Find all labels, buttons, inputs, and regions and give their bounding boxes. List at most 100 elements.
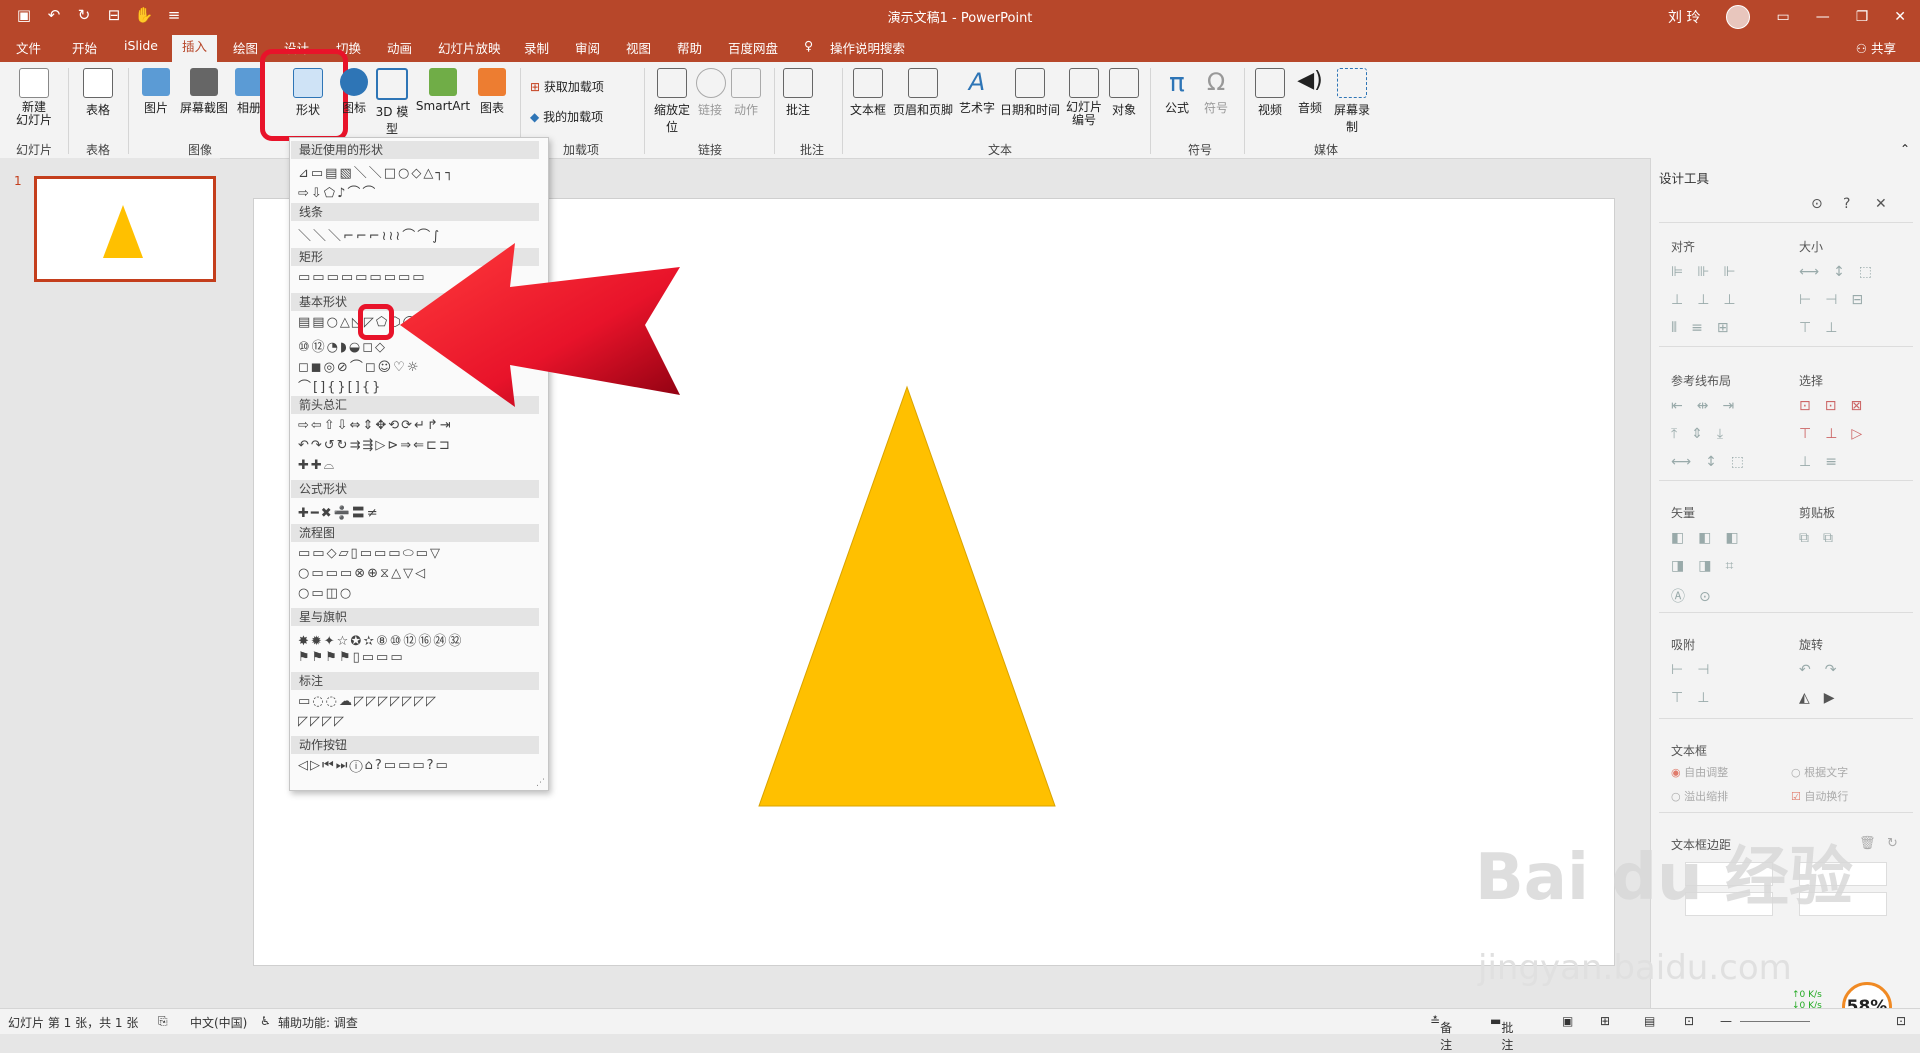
close-pane-icon[interactable]: ✕ bbox=[1875, 196, 1887, 212]
link-button[interactable]: 链接 bbox=[696, 68, 726, 118]
audio-button[interactable]: ◀) 音频 bbox=[1292, 68, 1328, 116]
select-icons[interactable]: ⊤⊥▷ bbox=[1799, 426, 1876, 442]
my-addins-button[interactable]: ◆ 我的加载项 bbox=[530, 108, 634, 125]
vector-icons[interactable]: ◧◧◧ bbox=[1671, 530, 1753, 546]
new-slide-button[interactable]: 新建 幻灯片 bbox=[8, 68, 60, 127]
header-footer-button[interactable]: 页眉和页脚 bbox=[892, 68, 954, 118]
shapes-row[interactable]: ◸◸◸◸ bbox=[298, 714, 542, 729]
slide-sorter-icon[interactable]: ⊞ bbox=[1600, 1014, 1610, 1028]
smartart-button[interactable]: SmartArt bbox=[414, 68, 472, 113]
size-icons[interactable]: ⊢⊣⊟ bbox=[1799, 292, 1877, 308]
shapes-row[interactable]: ⊿▭▤▧＼＼□○◇△┐┐ bbox=[298, 162, 542, 181]
fit-text-option[interactable]: ○ 根据文字 bbox=[1791, 764, 1848, 780]
shapes-row[interactable]: ⇨⇩⬠♪⌒⌒ bbox=[298, 182, 542, 201]
avatar[interactable] bbox=[1726, 5, 1751, 29]
settings-icon[interactable]: ⊙ bbox=[1811, 196, 1823, 212]
tab-home[interactable]: 开始 bbox=[72, 38, 97, 57]
restore-icon[interactable]: ❐ bbox=[1856, 9, 1869, 25]
shapes-row[interactable]: ▭◌◌☁◸◸◸◸◸◸◸ bbox=[298, 694, 542, 709]
clipboard-icons[interactable]: ⧉⧉ bbox=[1799, 530, 1847, 546]
shapes-row[interactable]: ◁▷⏮⏭ⓘ⌂?▭▭▭?▭ bbox=[298, 758, 542, 773]
zoom-slider[interactable] bbox=[1740, 1021, 1810, 1022]
tab-file[interactable]: 文件 bbox=[16, 38, 41, 57]
shapes-row[interactable]: ▭▭◇▱▯▭▭▭⬭▭▽ bbox=[298, 546, 542, 561]
screen-record-button[interactable]: 屏幕录制 bbox=[1334, 68, 1370, 135]
ribbon-display-icon[interactable]: ▭ bbox=[1776, 9, 1789, 25]
distribute-icons[interactable]: ⦀≡⊞ bbox=[1671, 320, 1743, 336]
wordart-button[interactable]: A 艺术字 bbox=[958, 68, 996, 116]
shapes-row[interactable]: ✚━✖➗〓≠ bbox=[298, 502, 542, 521]
delete-icon[interactable]: 🗑 bbox=[1859, 836, 1876, 851]
tell-me-search[interactable]: 操作说明搜索 bbox=[830, 38, 905, 57]
minimize-icon[interactable]: — bbox=[1816, 9, 1830, 25]
spellcheck-icon[interactable]: ⎘ bbox=[158, 1014, 168, 1029]
comments-button[interactable]: ▬ 批注 bbox=[1490, 1014, 1513, 1052]
guide-icons[interactable]: ⟷↕⬚ bbox=[1671, 454, 1758, 470]
shapes-row[interactable]: ○▭◫○ bbox=[298, 586, 542, 601]
snap-icons[interactable]: ⊢⊣ bbox=[1671, 662, 1723, 678]
notes-button[interactable]: ≛ 备注 bbox=[1430, 1014, 1452, 1052]
shapes-row[interactable]: ⇨⇦⇧⇩⇔⇕✥⟲⟳↵↱⇥ bbox=[298, 418, 542, 433]
slideshow-icon[interactable]: ⊡ bbox=[1684, 1014, 1694, 1028]
wordwrap-option[interactable]: ☑ 自动换行 bbox=[1791, 788, 1848, 804]
flip-icons[interactable]: ◭▶ bbox=[1799, 690, 1849, 706]
shapes-row[interactable]: ↶↷↺↻⇉⇶▷⊳⇒⇐⊏⊐ bbox=[298, 438, 542, 453]
reading-view-icon[interactable]: ▤ bbox=[1644, 1014, 1655, 1028]
comment-button[interactable]: 批注 bbox=[782, 68, 814, 118]
close-icon[interactable]: ✕ bbox=[1894, 9, 1906, 25]
fit-slide-icon[interactable]: ⊡ bbox=[1896, 1014, 1906, 1028]
tab-review[interactable]: 审阅 bbox=[575, 38, 600, 57]
resize-grip-icon[interactable]: ⋰ bbox=[536, 778, 545, 788]
size-icons[interactable]: ⊤⊥ bbox=[1799, 320, 1851, 336]
shapes-row[interactable]: ✚✚⌓ bbox=[298, 458, 542, 473]
get-addins-button[interactable]: ⊞ 获取加载项 bbox=[530, 78, 624, 95]
guide-icons[interactable]: ⤒⇕⤓ bbox=[1671, 426, 1737, 442]
share-button[interactable]: ⚇ 共享 bbox=[1856, 38, 1896, 57]
tab-animations[interactable]: 动画 bbox=[387, 38, 412, 57]
rotate-icons[interactable]: ↶↷ bbox=[1799, 662, 1850, 678]
tab-help[interactable]: 帮助 bbox=[677, 38, 702, 57]
symbol-button[interactable]: Ω 符号 bbox=[1200, 68, 1232, 116]
align-icons[interactable]: ⊫⊪⊩ bbox=[1671, 264, 1750, 280]
tab-record[interactable]: 录制 bbox=[524, 38, 549, 57]
align-icons[interactable]: ⊥⊥⊥ bbox=[1671, 292, 1750, 308]
shapes-row[interactable]: ⚑⚑⚑⚑▯▭▭▭ bbox=[298, 650, 542, 665]
zoom-button[interactable]: 缩放定位 bbox=[652, 68, 692, 135]
screenshot-button[interactable]: 屏幕截图 bbox=[178, 68, 230, 116]
shapes-row[interactable]: ✸✹✦☆✪✫⑧⑩⑫⑯㉔㉜ bbox=[298, 630, 542, 649]
accessibility-status[interactable]: 辅助功能: 调查 bbox=[278, 1014, 358, 1031]
collapse-ribbon-icon[interactable]: ⌃ bbox=[1900, 142, 1910, 156]
autofit-option[interactable]: ◉ 自由调整 bbox=[1671, 764, 1728, 780]
vector-icons[interactable]: ◨◨⌗ bbox=[1671, 558, 1747, 574]
tab-view[interactable]: 视图 bbox=[626, 38, 651, 57]
snap-icons[interactable]: ⊤⊥ bbox=[1671, 690, 1723, 706]
object-button[interactable]: 对象 bbox=[1108, 68, 1140, 118]
tab-draw[interactable]: 绘图 bbox=[233, 38, 258, 57]
icons-button[interactable]: 图标 bbox=[340, 68, 368, 116]
tab-insert[interactable]: 插入 bbox=[172, 35, 218, 62]
tab-slideshow[interactable]: 幻灯片放映 bbox=[438, 38, 501, 57]
language-indicator[interactable]: 中文(中国) bbox=[190, 1014, 247, 1031]
select-icons[interactable]: ⊡⊡⊠ bbox=[1799, 398, 1876, 414]
slide-thumbnail[interactable] bbox=[34, 176, 216, 282]
select-icons[interactable]: ⊥≡ bbox=[1799, 454, 1851, 470]
guide-icons[interactable]: ⇤⇹⇥ bbox=[1671, 398, 1748, 414]
video-button[interactable]: 视频 bbox=[1252, 68, 1288, 118]
chart-button[interactable]: 图表 bbox=[476, 68, 508, 116]
tab-baidu-netdisk[interactable]: 百度网盘 bbox=[728, 38, 778, 57]
tab-islide[interactable]: iSlide bbox=[124, 38, 158, 53]
shapes-row[interactable]: ○▭▭▭⊗⊕⧖△▽◁ bbox=[298, 566, 542, 581]
slide-number-button[interactable]: 幻灯片编号 bbox=[1064, 68, 1104, 127]
size-icons[interactable]: ⟷↕⬚ bbox=[1799, 264, 1886, 280]
refresh-icon[interactable]: ↻ bbox=[1887, 836, 1898, 851]
overflow-option[interactable]: ○ 溢出缩排 bbox=[1671, 788, 1728, 804]
datetime-button[interactable]: 日期和时间 bbox=[1000, 68, 1060, 118]
help-icon[interactable]: ? bbox=[1843, 196, 1850, 212]
zoom-out-icon[interactable]: — bbox=[1720, 1014, 1732, 1028]
action-button[interactable]: 动作 bbox=[730, 68, 762, 118]
picture-button[interactable]: 图片 bbox=[138, 68, 174, 116]
equation-button[interactable]: π 公式 bbox=[1160, 68, 1194, 116]
textbox-button[interactable]: 文本框 bbox=[848, 68, 888, 118]
3d-model-button[interactable]: 3D 模型 bbox=[372, 68, 412, 137]
vector-icons[interactable]: Ⓐ⊙ bbox=[1671, 586, 1725, 606]
